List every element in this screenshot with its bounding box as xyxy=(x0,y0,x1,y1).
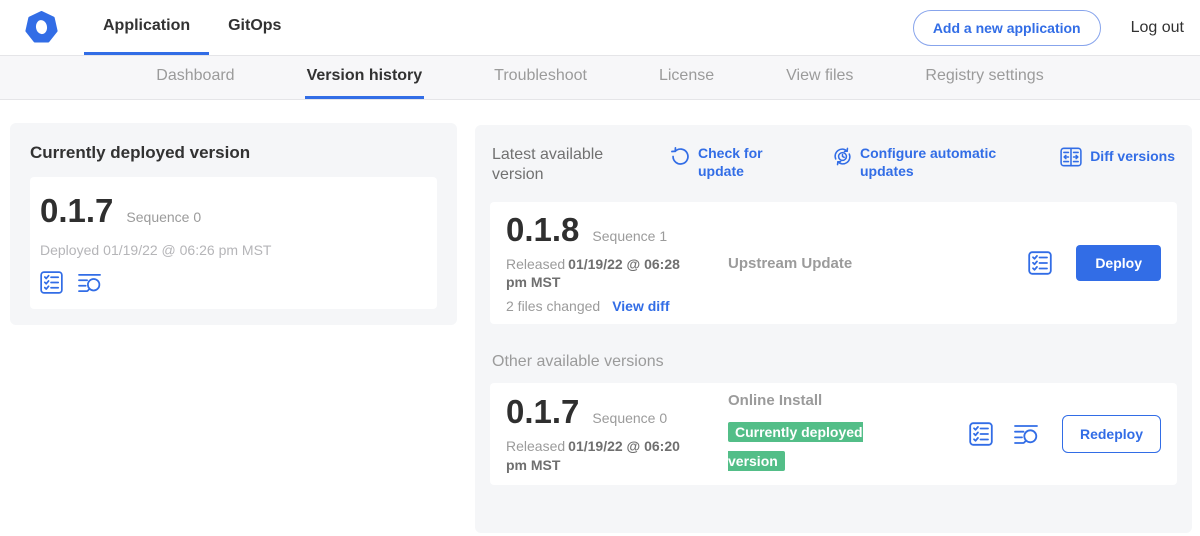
latest-source-label: Upstream Update xyxy=(728,255,898,272)
latest-actions: Deploy xyxy=(1028,245,1161,281)
other-version-number: 0.1.7 xyxy=(506,394,579,430)
diff-versions-link[interactable]: Diff versions xyxy=(1059,145,1175,168)
other-version-info: 0.1.7 Sequence 0 Released01/19/22 @ 06:2… xyxy=(506,394,702,474)
version-row-other: 0.1.7 Sequence 0 Released01/19/22 @ 06:2… xyxy=(490,383,1177,485)
diff-icon xyxy=(1059,146,1083,168)
other-sequence-label: Sequence 0 xyxy=(592,410,667,426)
deploy-button[interactable]: Deploy xyxy=(1076,245,1161,281)
view-diff-link[interactable]: View diff xyxy=(612,298,669,314)
files-changed-label: 2 files changed xyxy=(506,298,600,314)
other-source-label: Online Install xyxy=(728,392,898,409)
app-logo[interactable] xyxy=(0,0,84,55)
latest-version-info: 0.1.8 Sequence 1 Released01/19/22 @ 06:2… xyxy=(506,212,702,315)
other-released-prefix: Released xyxy=(506,438,565,454)
subnav-troubleshoot-label: Troubleshoot xyxy=(494,67,587,85)
configure-automatic-updates-label: Configure automatic updates xyxy=(860,145,1010,180)
deployed-version-row: 0.1.7 Sequence 0 xyxy=(40,193,427,229)
subnav-version-history-label: Version history xyxy=(307,67,423,85)
subnav-registry-settings-label: Registry settings xyxy=(925,67,1043,85)
subnav-item-troubleshoot[interactable]: Troubleshoot xyxy=(492,56,589,99)
tab-gitops-label: GitOps xyxy=(228,17,281,35)
add-application-button[interactable]: Add a new application xyxy=(913,10,1101,46)
deployed-version-number: 0.1.7 xyxy=(40,193,113,229)
subnav-item-view-files[interactable]: View files xyxy=(784,56,855,99)
deployed-date-prefix: Deployed xyxy=(40,242,99,258)
scheduled-update-icon xyxy=(832,146,853,167)
redeploy-button[interactable]: Redeploy xyxy=(1062,415,1161,453)
other-actions: Redeploy xyxy=(969,415,1161,453)
subnav-view-files-label: View files xyxy=(786,67,853,85)
configure-automatic-updates-link[interactable]: Configure automatic updates xyxy=(832,145,1017,180)
subnav-item-license[interactable]: License xyxy=(657,56,716,99)
currently-deployed-panel: Currently deployed version 0.1.7 Sequenc… xyxy=(10,123,457,325)
subnav-item-dashboard[interactable]: Dashboard xyxy=(154,56,236,99)
latest-panel-header: Latest available version Check for updat… xyxy=(490,141,1177,185)
subnav-item-version-history[interactable]: Version history xyxy=(305,56,425,99)
preflight-checklist-icon[interactable] xyxy=(969,422,993,446)
heptagon-logo-icon xyxy=(25,11,58,44)
currently-deployed-badge-wrap: Currently deployed version xyxy=(728,419,888,476)
refresh-icon xyxy=(670,146,691,167)
logout-link[interactable]: Log out xyxy=(1131,19,1184,37)
preflight-checklist-icon[interactable] xyxy=(40,271,63,294)
admin-console: Application GitOps Add a new application… xyxy=(0,0,1200,536)
latest-released-date: Released01/19/22 @ 06:28 pm MST xyxy=(506,255,702,291)
latest-panel-title: Latest available version xyxy=(492,145,624,185)
currently-deployed-badge: Currently deployed version xyxy=(728,422,863,471)
latest-version-number: 0.1.8 xyxy=(506,212,579,248)
subnav-dashboard-label: Dashboard xyxy=(156,67,234,85)
subnav-license-label: License xyxy=(659,67,714,85)
deployed-sequence-label: Sequence 0 xyxy=(126,209,201,225)
check-for-update-label: Check for update xyxy=(698,145,770,180)
tab-application[interactable]: Application xyxy=(84,0,209,55)
view-logs-icon[interactable] xyxy=(77,271,103,294)
deployed-card-actions xyxy=(40,271,427,294)
version-row-latest: 0.1.8 Sequence 1 Released01/19/22 @ 06:2… xyxy=(490,202,1177,324)
preflight-checklist-icon[interactable] xyxy=(1028,251,1052,275)
top-nav-right: Add a new application Log out xyxy=(913,0,1200,55)
latest-available-panel: Latest available version Check for updat… xyxy=(475,125,1192,533)
latest-files-row: 2 files changed View diff xyxy=(506,298,702,314)
other-released-date: Released01/19/22 @ 06:20 pm MST xyxy=(506,437,702,473)
latest-source-column: Upstream Update xyxy=(728,255,898,272)
diff-versions-label: Diff versions xyxy=(1090,148,1175,166)
top-tabs: Application GitOps xyxy=(84,0,300,55)
subnav-item-registry-settings[interactable]: Registry settings xyxy=(923,56,1045,99)
deployed-date: Deployed01/19/22 @ 06:26 pm MST xyxy=(40,242,427,258)
latest-sequence-label: Sequence 1 xyxy=(592,228,667,244)
other-versions-title: Other available versions xyxy=(492,353,1175,371)
deployed-panel-title: Currently deployed version xyxy=(30,143,437,163)
deployed-version-card: 0.1.7 Sequence 0 Deployed01/19/22 @ 06:2… xyxy=(30,177,437,309)
top-nav: Application GitOps Add a new application… xyxy=(0,0,1200,55)
check-for-update-link[interactable]: Check for update xyxy=(670,145,780,180)
tab-gitops[interactable]: GitOps xyxy=(209,0,300,55)
app-sub-nav: Dashboard Version history Troubleshoot L… xyxy=(0,55,1200,100)
tab-application-label: Application xyxy=(103,17,190,35)
deployed-date-value: 01/19/22 @ 06:26 pm MST xyxy=(103,242,271,258)
latest-released-prefix: Released xyxy=(506,256,565,272)
view-logs-icon[interactable] xyxy=(1013,422,1040,446)
other-source-column: Online Install Currently deployed versio… xyxy=(728,392,898,476)
